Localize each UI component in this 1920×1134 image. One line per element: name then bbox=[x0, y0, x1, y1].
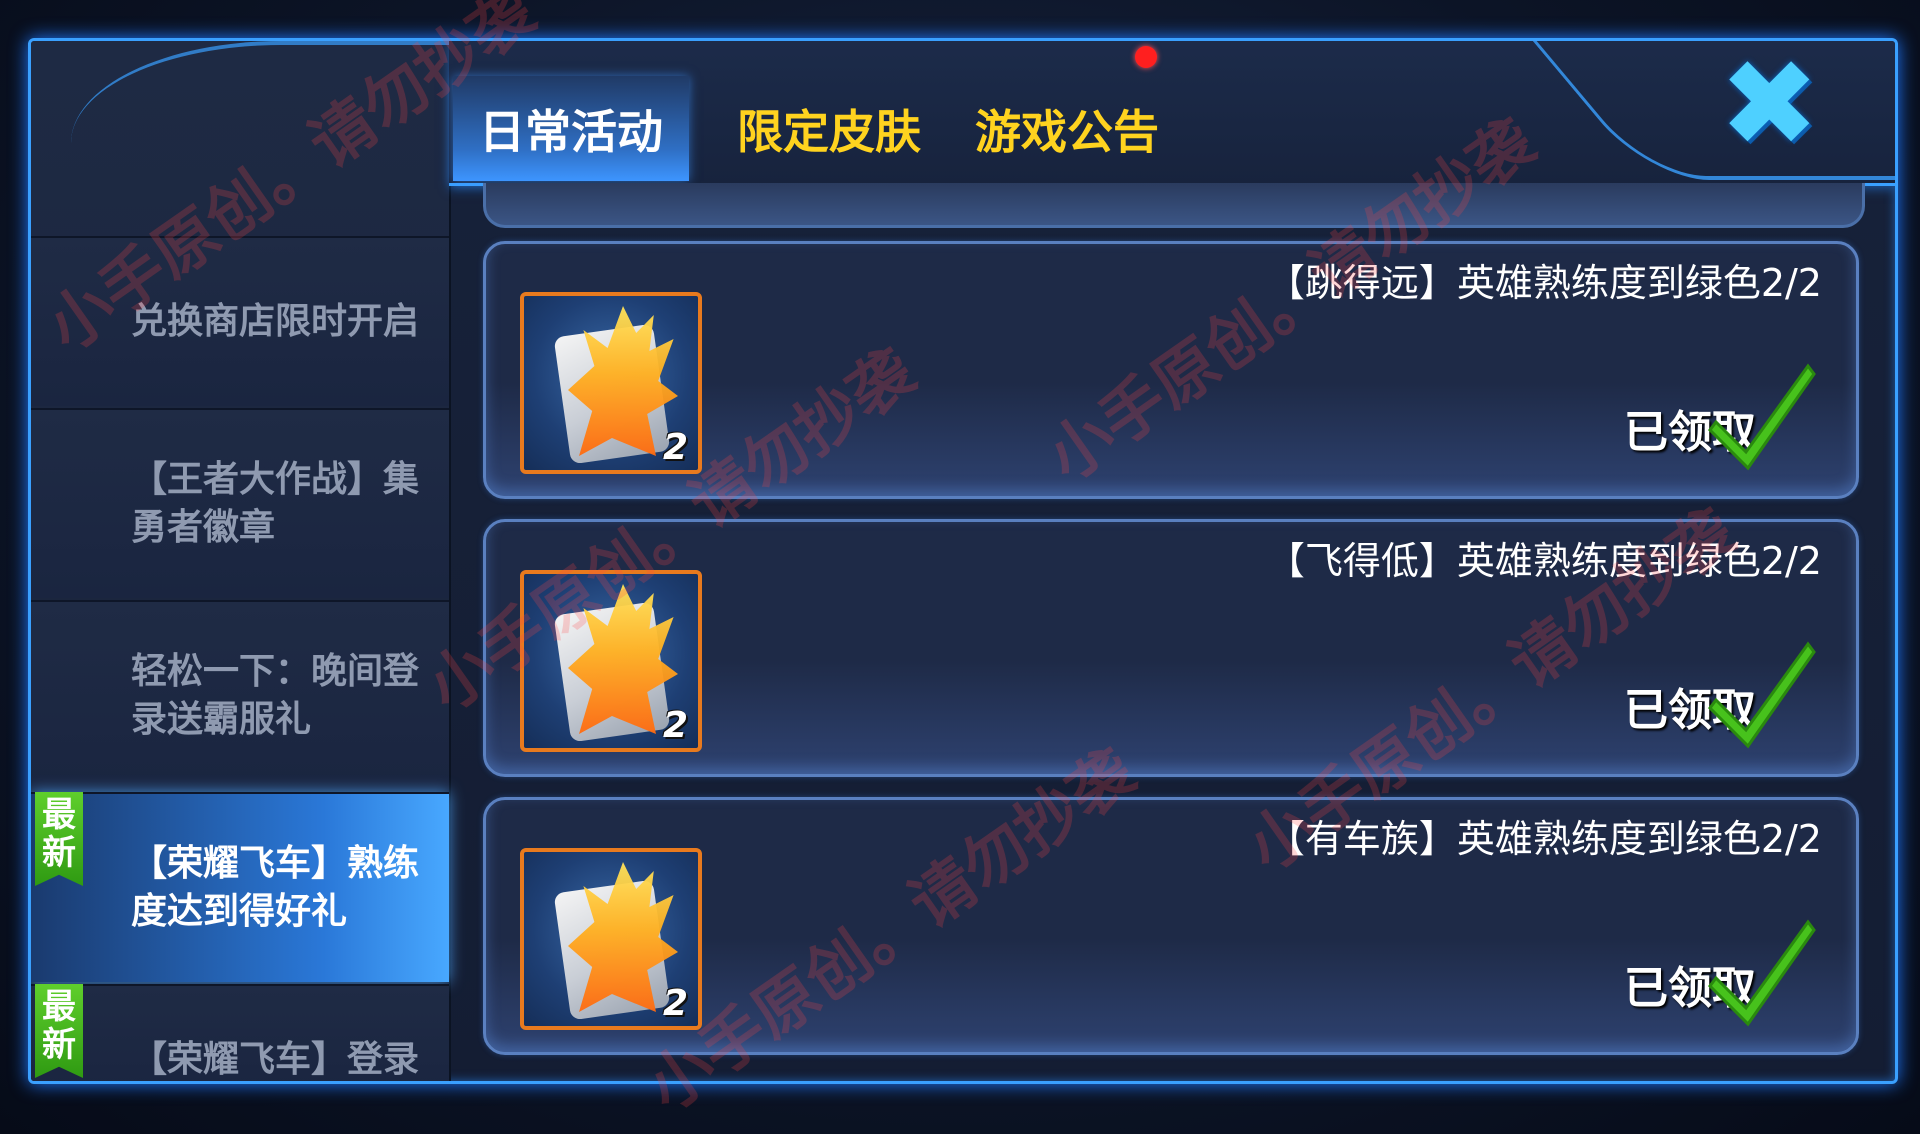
tab-game-announcements[interactable]: 游戏公告 bbox=[949, 76, 1185, 181]
sidebar-item-label: 【王者大作战】集 bbox=[131, 459, 420, 500]
sidebar-item-label: 【荣耀飞车】熟练 bbox=[131, 843, 420, 884]
sidebar-item-racing-proficiency[interactable]: 【荣耀飞车】熟练 度达到得好礼 bbox=[31, 792, 449, 982]
sidebar-item-label: 轻松一下：晚间登 bbox=[131, 651, 420, 692]
task-title: 【有车族】英雄熟练度到绿色2/2 bbox=[1266, 817, 1822, 861]
activity-sidebar: 兑换商店限时开启 【王者大作战】集 勇者徽章 轻松一下：晚间登 录送霸服礼 【荣… bbox=[31, 41, 491, 1081]
red-dot-icon bbox=[1135, 46, 1157, 68]
reward-quantity: 2 bbox=[662, 983, 688, 1024]
skill-card-icon[interactable]: 2 bbox=[520, 848, 702, 1030]
task-title: 【飞得低】英雄熟练度到绿色2/2 bbox=[1266, 539, 1822, 583]
sidebar-item-label-line2: 录送霸服礼 bbox=[131, 699, 312, 740]
sidebar-decoration bbox=[71, 41, 491, 245]
check-icon bbox=[1708, 919, 1816, 1027]
task-card-partial bbox=[483, 183, 1865, 228]
tab-daily-activities[interactable]: 日常活动 bbox=[453, 76, 689, 181]
task-card: 2 【飞得低】英雄熟练度到绿色2/2 已领取 bbox=[483, 519, 1859, 777]
sidebar-item-exchange-shop[interactable]: 兑换商店限时开启 bbox=[31, 236, 449, 406]
check-icon bbox=[1708, 641, 1816, 749]
task-title: 【跳得远】英雄熟练度到绿色2/2 bbox=[1266, 261, 1822, 305]
new-badge: 最新 bbox=[35, 792, 83, 886]
skill-card-icon[interactable]: 2 bbox=[520, 570, 702, 752]
task-card: 2 【有车族】英雄熟练度到绿色2/2 已领取 bbox=[483, 797, 1859, 1055]
check-icon bbox=[1708, 363, 1816, 471]
skill-card-icon[interactable]: 2 bbox=[520, 292, 702, 474]
activity-window: 兑换商店限时开启 【王者大作战】集 勇者徽章 轻松一下：晚间登 录送霸服礼 【荣… bbox=[28, 38, 1898, 1084]
sidebar-item-evening-login[interactable]: 轻松一下：晚间登 录送霸服礼 bbox=[31, 600, 449, 790]
sidebar-item-label: 兑换商店限时开启 bbox=[131, 301, 420, 342]
tab-limited-skins[interactable]: 限定皮肤 bbox=[711, 76, 947, 181]
reward-quantity: 2 bbox=[662, 705, 688, 746]
new-badge: 最新 bbox=[35, 984, 83, 1078]
reward-quantity: 2 bbox=[662, 427, 688, 468]
sidebar-item-label-line2: 度达到得好礼 bbox=[131, 891, 348, 932]
sidebar-item-king-battle[interactable]: 【王者大作战】集 勇者徽章 bbox=[31, 408, 449, 598]
close-x-icon[interactable]: ✖ bbox=[1719, 45, 1820, 165]
sidebar-item-label-line2: 勇者徽章 bbox=[131, 507, 276, 548]
sidebar-item-racing-login[interactable]: 【荣耀飞车】登录 bbox=[31, 984, 449, 1081]
task-card: 2 【跳得远】英雄熟练度到绿色2/2 已领取 bbox=[483, 241, 1859, 499]
sidebar-item-label: 【荣耀飞车】登录 bbox=[131, 1039, 420, 1080]
